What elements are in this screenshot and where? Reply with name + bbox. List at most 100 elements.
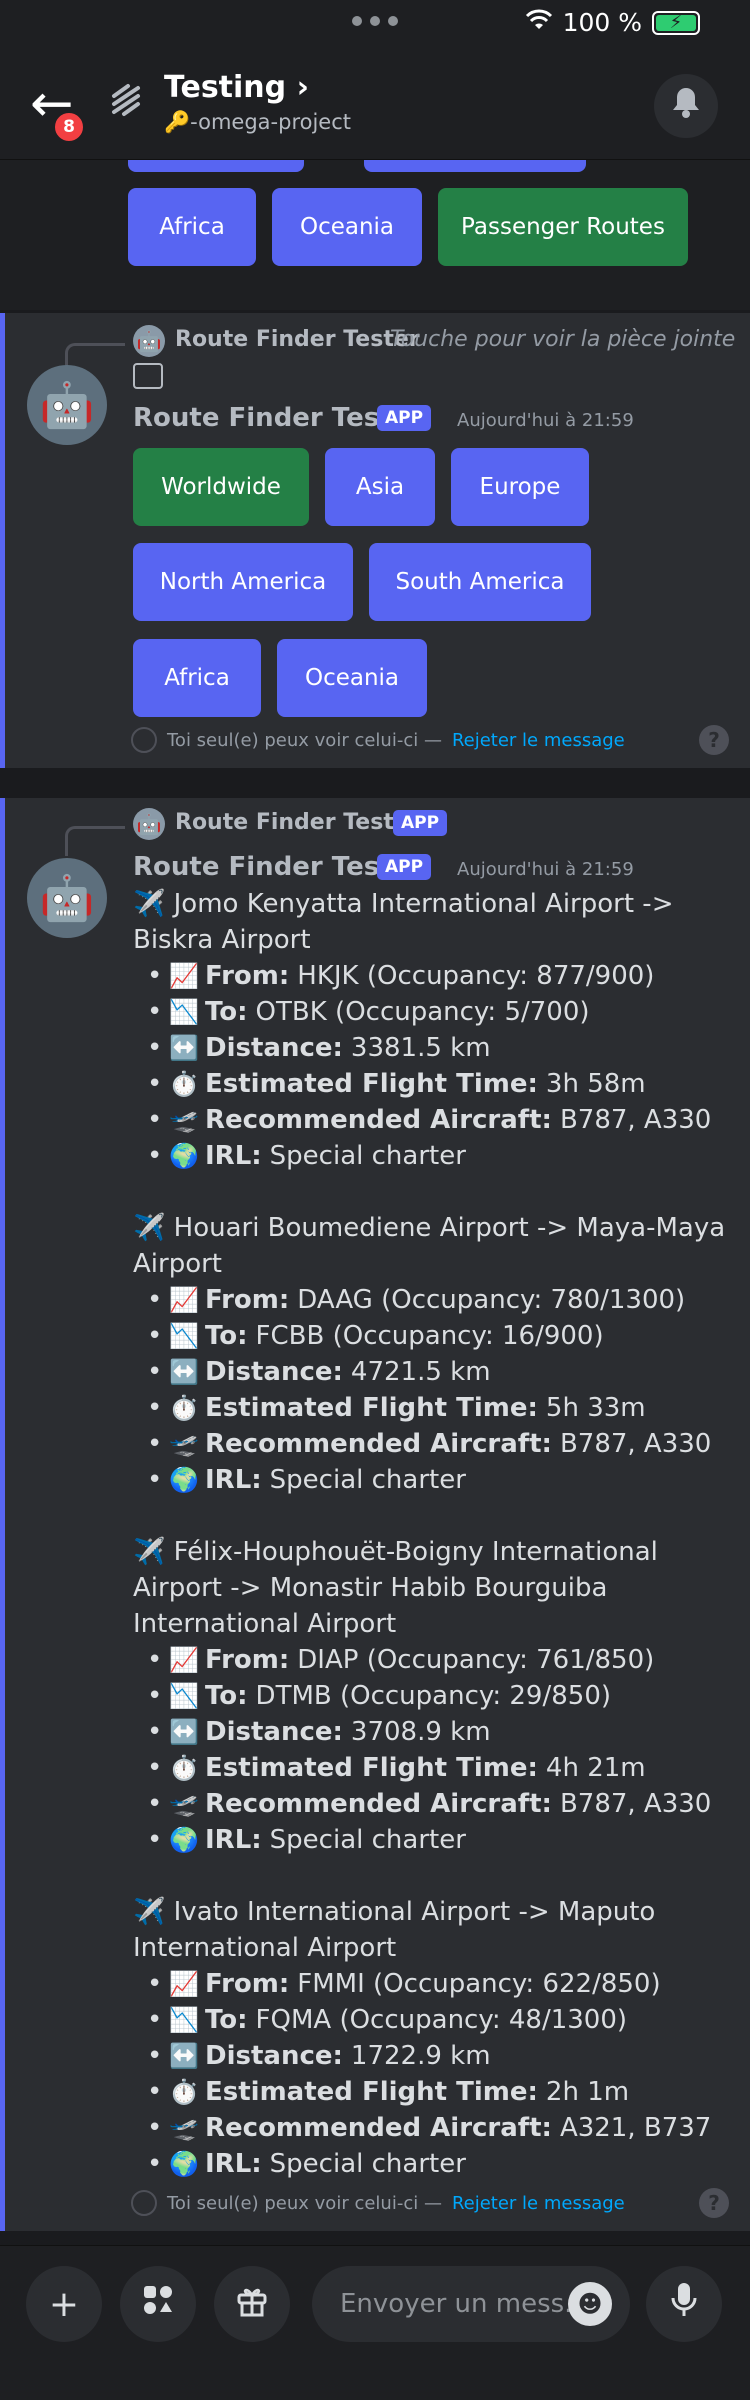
unread-badge: 8 [52, 110, 86, 144]
timestamp: Aujourd'hui à 21:59 [457, 410, 634, 431]
detail-label: Estimated Flight Time: [205, 2077, 538, 2107]
region-button-africa[interactable]: Africa [133, 639, 261, 717]
notifications-button[interactable] [654, 74, 718, 138]
reply-hint[interactable]: Touche pour voir la pièce jointe [390, 327, 735, 352]
region-button-south-america[interactable]: South America [369, 543, 591, 621]
message-composer: + Envoyer un mess... ☻ [0, 2245, 750, 2400]
globe-icon: 🌍 [169, 1826, 199, 1854]
route-detail-distance: • ↔️ Distance: 4721.5 km [147, 1354, 733, 1390]
route-title: ✈️ Félix-Houphouët-Boigny International … [133, 1537, 658, 1639]
bullet: • [147, 2077, 163, 2107]
detail-value: DTMB (Occupancy: 29/850) [255, 1681, 612, 1711]
ephemeral-text: Toi seul(e) peux voir celui-ci — [167, 729, 442, 751]
route-detail-aircraft: • 🛫 Recommended Aircraft: B787, A330 [147, 1426, 733, 1462]
route-detail-aircraft: • 🛫 Recommended Aircraft: B787, A330 [147, 1102, 733, 1138]
detail-label: IRL: [205, 1825, 262, 1855]
dismiss-message-link[interactable]: Rejeter le message [452, 2193, 625, 2214]
passenger-routes-button[interactable]: Passenger Routes [438, 188, 688, 266]
button-stub[interactable] [364, 160, 586, 172]
region-button-africa[interactable]: Africa [128, 188, 256, 266]
detail-label: To: [205, 1681, 248, 1711]
chart-up-icon: 📈 [169, 1970, 199, 1998]
eye-icon [131, 2190, 157, 2216]
channel-title[interactable]: Testing › [164, 70, 309, 105]
reply-author[interactable]: Route Finder Tester [175, 327, 420, 352]
detail-value: 3708.9 km [350, 1717, 491, 1747]
route-title: ✈️ Houari Boumediene Airport -> Maya-May… [133, 1213, 726, 1279]
reply-author[interactable]: Route Finder Tester [175, 810, 420, 835]
route-detail-aircraft: • 🛫 Recommended Aircraft: A321, B737 [147, 2110, 733, 2146]
camera-dots [352, 16, 398, 26]
detail-label: From: [205, 961, 290, 991]
bullet: • [147, 2149, 163, 2179]
route-detail-from: • 📈 From: DIAP (Occupancy: 761/850) [147, 1642, 733, 1678]
avatar[interactable]: 🤖 [27, 858, 107, 938]
detail-value: DAAG (Occupancy: 780/1300) [297, 1285, 686, 1315]
detail-value: FCBB (Occupancy: 16/900) [255, 1321, 604, 1351]
bullet: • [147, 1069, 163, 1099]
bullet: • [147, 1393, 163, 1423]
apps-button[interactable] [120, 2266, 196, 2342]
detail-value: 3381.5 km [350, 1033, 491, 1063]
detail-label: Recommended Aircraft: [205, 1105, 552, 1135]
route-details: • 📈 From: HKJK (Occupancy: 877/900) • 📉 To: OTB… [133, 958, 733, 1174]
route-detail-distance: • ↔️ Distance: 3708.9 km [147, 1714, 733, 1750]
route-detail-time: • ⏱️ Estimated Flight Time: 2h 1m [147, 2074, 733, 2110]
region-button-oceania[interactable]: Oceania [277, 639, 427, 717]
parent-channel[interactable]: 🔑-omega-project [164, 110, 351, 135]
plus-icon: + [48, 2283, 80, 2325]
ephemeral-note: Toi seul(e) peux voir celui-ci — Rejeter… [131, 2190, 625, 2216]
bullet: • [147, 1465, 163, 1495]
app-tag: APP [377, 405, 432, 431]
bullet: • [147, 1825, 163, 1855]
message-input[interactable]: Envoyer un mess... ☻ [312, 2266, 630, 2342]
stopwatch-icon: ⏱️ [169, 1754, 199, 1782]
bullet: • [147, 997, 163, 1027]
battery-percent: 100 % [562, 8, 642, 37]
bullet: • [147, 1645, 163, 1675]
region-button-north-america[interactable]: North America [133, 543, 353, 621]
message-list[interactable]: Africa Oceania Passenger Routes 🤖 Route … [0, 160, 750, 2245]
region-button-worldwide[interactable]: Worldwide [133, 448, 309, 526]
detail-label: To: [205, 997, 248, 1027]
reply-avatar[interactable]: 🤖 [133, 325, 165, 357]
thread-icon [108, 82, 144, 127]
globe-icon: 🌍 [169, 1142, 199, 1170]
dismiss-message-link[interactable]: Rejeter le message [452, 730, 625, 751]
reply-app-tag: APP [393, 810, 448, 836]
route-detail-from: • 📈 From: DAAG (Occupancy: 780/1300) [147, 1282, 733, 1318]
distance-icon: ↔️ [169, 2042, 199, 2070]
route-detail-time: • ⏱️ Estimated Flight Time: 5h 33m [147, 1390, 733, 1426]
route-title: ✈️ Ivato International Airport -> Maputo… [133, 1897, 656, 1963]
previous-message-tail: Africa Oceania Passenger Routes [0, 160, 750, 310]
microphone-icon [670, 2281, 698, 2328]
detail-label: Distance: [205, 1717, 343, 1747]
voice-message-button[interactable] [646, 2266, 722, 2342]
chart-up-icon: 📈 [169, 1286, 199, 1314]
route-detail-irl: • 🌍 IRL: Special charter [147, 1462, 733, 1498]
region-button-europe[interactable]: Europe [451, 448, 589, 526]
bullet: • [147, 1141, 163, 1171]
detail-label: From: [205, 1969, 290, 1999]
robot-icon: 🤖 [136, 812, 162, 836]
help-icon[interactable]: ? [699, 725, 729, 755]
region-button-oceania[interactable]: Oceania [272, 188, 422, 266]
detail-label: From: [205, 1285, 290, 1315]
emoji-icon[interactable]: ☻ [568, 2282, 612, 2326]
timestamp: Aujourd'hui à 21:59 [457, 859, 634, 880]
avatar[interactable]: 🤖 [27, 365, 107, 445]
reply-avatar[interactable]: 🤖 [133, 808, 165, 840]
bullet: • [147, 2041, 163, 2071]
route-details: • 📈 From: DIAP (Occupancy: 761/850) • 📉 To: DTM… [133, 1642, 733, 1858]
region-button-asia[interactable]: Asia [325, 448, 435, 526]
route-entry: ✈️ Jomo Kenyatta International Airport -… [133, 886, 733, 1174]
route-detail-time: • ⏱️ Estimated Flight Time: 3h 58m [147, 1066, 733, 1102]
detail-value: 2h 1m [545, 2077, 630, 2107]
help-icon[interactable]: ? [699, 2188, 729, 2218]
message-route-results: 🤖 Route Finder Tester APP 🤖 Route Finder… [0, 798, 750, 2231]
button-stub[interactable] [128, 160, 304, 172]
airplane-icon: 🛫 [169, 1790, 199, 1818]
gift-button[interactable] [214, 2266, 290, 2342]
detail-label: IRL: [205, 1465, 262, 1495]
add-attachment-button[interactable]: + [26, 2266, 102, 2342]
